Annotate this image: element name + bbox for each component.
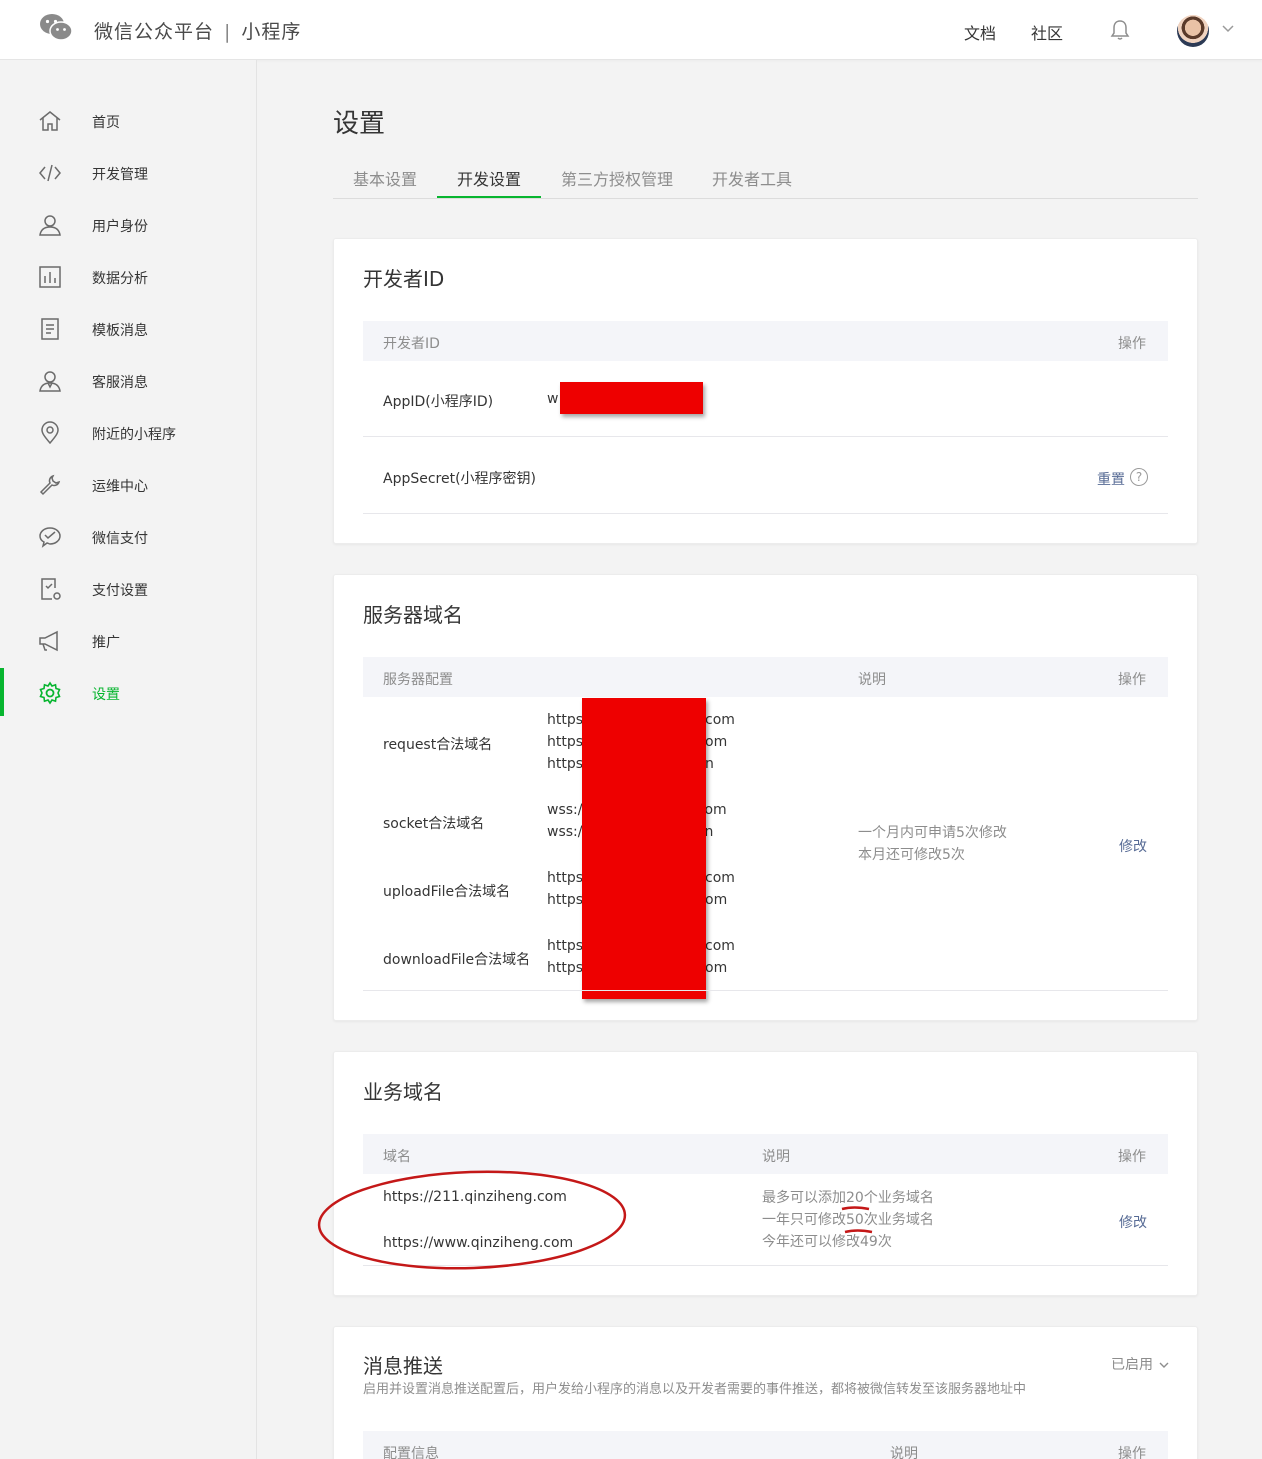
service-user-icon xyxy=(39,371,61,392)
card-title: 服务器域名 xyxy=(363,603,463,627)
tab-basic-settings[interactable]: 基本设置 xyxy=(353,166,417,202)
table-header: 开发者ID 操作 xyxy=(363,321,1168,361)
sidebar-item-template-message[interactable]: 模板消息 xyxy=(0,310,256,350)
sidebar-item-label: 附近的小程序 xyxy=(92,427,176,443)
server-domains-card: 服务器域名 服务器配置 说明 操作 request合法域名 https com h… xyxy=(333,574,1198,1021)
sidebar-item-dev-management[interactable]: 开发管理 xyxy=(0,154,256,194)
document-icon xyxy=(41,318,59,340)
brand-separator: | xyxy=(224,21,232,43)
chevron-down-icon xyxy=(1159,1362,1169,1368)
sidebar-item-label: 用户身份 xyxy=(92,219,148,235)
card-title: 业务域名 xyxy=(363,1080,443,1104)
row-divider xyxy=(363,990,1168,991)
sidebar-item-settings[interactable]: 设置 xyxy=(0,668,256,716)
downloadfile-domain-label: downloadFile合法域名 xyxy=(383,952,531,968)
column-header: 服务器配置 xyxy=(383,672,453,688)
active-tab-indicator xyxy=(437,196,541,198)
uploadfile-domain-label: uploadFile合法域名 xyxy=(383,884,511,900)
sidebar-item-label: 数据分析 xyxy=(92,271,148,287)
appsecret-label: AppSecret(小程序密钥) xyxy=(383,471,537,487)
row-divider xyxy=(363,513,1168,514)
appid-label: AppID(小程序ID) xyxy=(383,394,494,410)
request-domain-label: request合法域名 xyxy=(383,737,493,753)
help-icon[interactable]: ? xyxy=(1130,468,1148,486)
edit-server-domains-link[interactable]: 修改 xyxy=(1119,836,1147,856)
column-header: 配置信息 xyxy=(383,1446,439,1459)
table-header: 服务器配置 说明 操作 xyxy=(363,657,1168,697)
sidebar-item-operations-center[interactable]: 运维中心 xyxy=(0,466,256,506)
payment-settings-icon xyxy=(41,578,61,600)
docs-link[interactable]: 文档 xyxy=(964,20,996,44)
server-domain-description: 一个月内可申请5次修改 本月还可修改5次 xyxy=(858,825,1007,863)
gear-icon xyxy=(39,681,61,705)
sidebar-item-payment-settings[interactable]: 支付设置 xyxy=(0,570,256,610)
column-header: 开发者ID xyxy=(383,336,440,352)
settings-tabs: 基本设置 开发设置 第三方授权管理 开发者工具 xyxy=(333,160,1198,199)
redaction-box xyxy=(582,698,706,999)
column-header: 操作 xyxy=(1118,1149,1146,1165)
reset-secret-link[interactable]: 重置 xyxy=(1097,469,1125,489)
sidebar: 首页 开发管理 用户身份 数据分析 模板消息 客服消息 附近的小程序 运维中心 … xyxy=(0,60,257,1459)
avatar[interactable] xyxy=(1177,15,1209,47)
bar-chart-icon xyxy=(39,266,61,288)
edit-business-domains-link[interactable]: 修改 xyxy=(1119,1212,1147,1232)
top-bar: 微信公众平台 | 小程序 文档 社区 xyxy=(0,0,1262,60)
message-push-description: 启用并设置消息推送配置后，用户发给小程序的消息以及开发者需要的事件推送，都将被微… xyxy=(363,1382,1027,1397)
column-header: 说明 xyxy=(762,1149,790,1165)
column-header: 说明 xyxy=(858,672,886,688)
sidebar-item-label: 设置 xyxy=(92,687,120,703)
brand-product: 小程序 xyxy=(241,21,302,43)
card-title: 开发者ID xyxy=(363,267,445,291)
developer-id-card: 开发者ID 开发者ID 操作 AppID(小程序ID) w AppSecret(… xyxy=(333,238,1198,544)
row-divider xyxy=(363,436,1168,437)
wrench-icon xyxy=(39,474,61,496)
sidebar-item-wechat-pay[interactable]: 微信支付 xyxy=(0,518,256,558)
wechat-pay-icon xyxy=(39,527,61,548)
wechat-logo-icon[interactable] xyxy=(38,12,74,44)
push-status-dropdown[interactable]: 已启用 xyxy=(1111,1354,1169,1376)
column-header: 说明 xyxy=(890,1446,918,1459)
push-status-label: 已启用 xyxy=(1111,1357,1153,1373)
column-header: 操作 xyxy=(1118,1446,1146,1459)
chevron-down-icon[interactable] xyxy=(1221,24,1235,34)
card-title: 消息推送 xyxy=(363,1354,443,1378)
sidebar-item-label: 支付设置 xyxy=(92,583,148,599)
location-pin-icon xyxy=(41,421,59,445)
tab-developer-tools[interactable]: 开发者工具 xyxy=(712,166,792,202)
brand-name: 微信公众平台 xyxy=(94,21,215,43)
sidebar-item-label: 首页 xyxy=(92,115,120,131)
column-header: 域名 xyxy=(383,1149,411,1165)
socket-domain-label: socket合法域名 xyxy=(383,816,485,832)
page-title: 设置 xyxy=(333,109,386,139)
redaction-box xyxy=(560,382,703,414)
table-header: 配置信息 说明 操作 xyxy=(363,1431,1168,1459)
tab-third-party-auth[interactable]: 第三方授权管理 xyxy=(561,166,673,202)
appid-value[interactable]: w xyxy=(547,391,558,407)
sidebar-item-label: 推广 xyxy=(92,635,120,651)
column-header: 操作 xyxy=(1118,672,1146,688)
annotation-underline xyxy=(841,1206,873,1234)
sidebar-item-user-identity[interactable]: 用户身份 xyxy=(0,206,256,246)
column-header: 操作 xyxy=(1118,336,1146,352)
megaphone-icon xyxy=(39,630,58,652)
annotation-ellipse xyxy=(317,1170,627,1270)
code-icon xyxy=(39,164,61,182)
sidebar-item-customer-service[interactable]: 客服消息 xyxy=(0,362,256,402)
bell-icon[interactable] xyxy=(1110,19,1130,41)
user-icon xyxy=(39,215,61,236)
sidebar-item-label: 运维中心 xyxy=(92,479,148,495)
sidebar-item-data-analysis[interactable]: 数据分析 xyxy=(0,258,256,298)
sidebar-item-nearby-miniprogram[interactable]: 附近的小程序 xyxy=(0,414,256,454)
sidebar-item-label: 模板消息 xyxy=(92,323,148,339)
business-domains-card: 业务域名 域名 说明 操作 https://211.qinziheng.com … xyxy=(317,1051,1198,1296)
sidebar-item-label: 客服消息 xyxy=(92,375,148,391)
sidebar-item-home[interactable]: 首页 xyxy=(0,102,256,142)
brand-title[interactable]: 微信公众平台 | 小程序 xyxy=(94,17,301,44)
message-push-card: 消息推送 启用并设置消息推送配置后，用户发给小程序的消息以及开发者需要的事件推送… xyxy=(333,1326,1198,1459)
sidebar-item-label: 开发管理 xyxy=(92,167,148,183)
home-icon xyxy=(39,111,61,131)
community-link[interactable]: 社区 xyxy=(1031,20,1063,44)
sidebar-item-promotion[interactable]: 推广 xyxy=(0,622,256,662)
sidebar-item-label: 微信支付 xyxy=(92,531,148,547)
